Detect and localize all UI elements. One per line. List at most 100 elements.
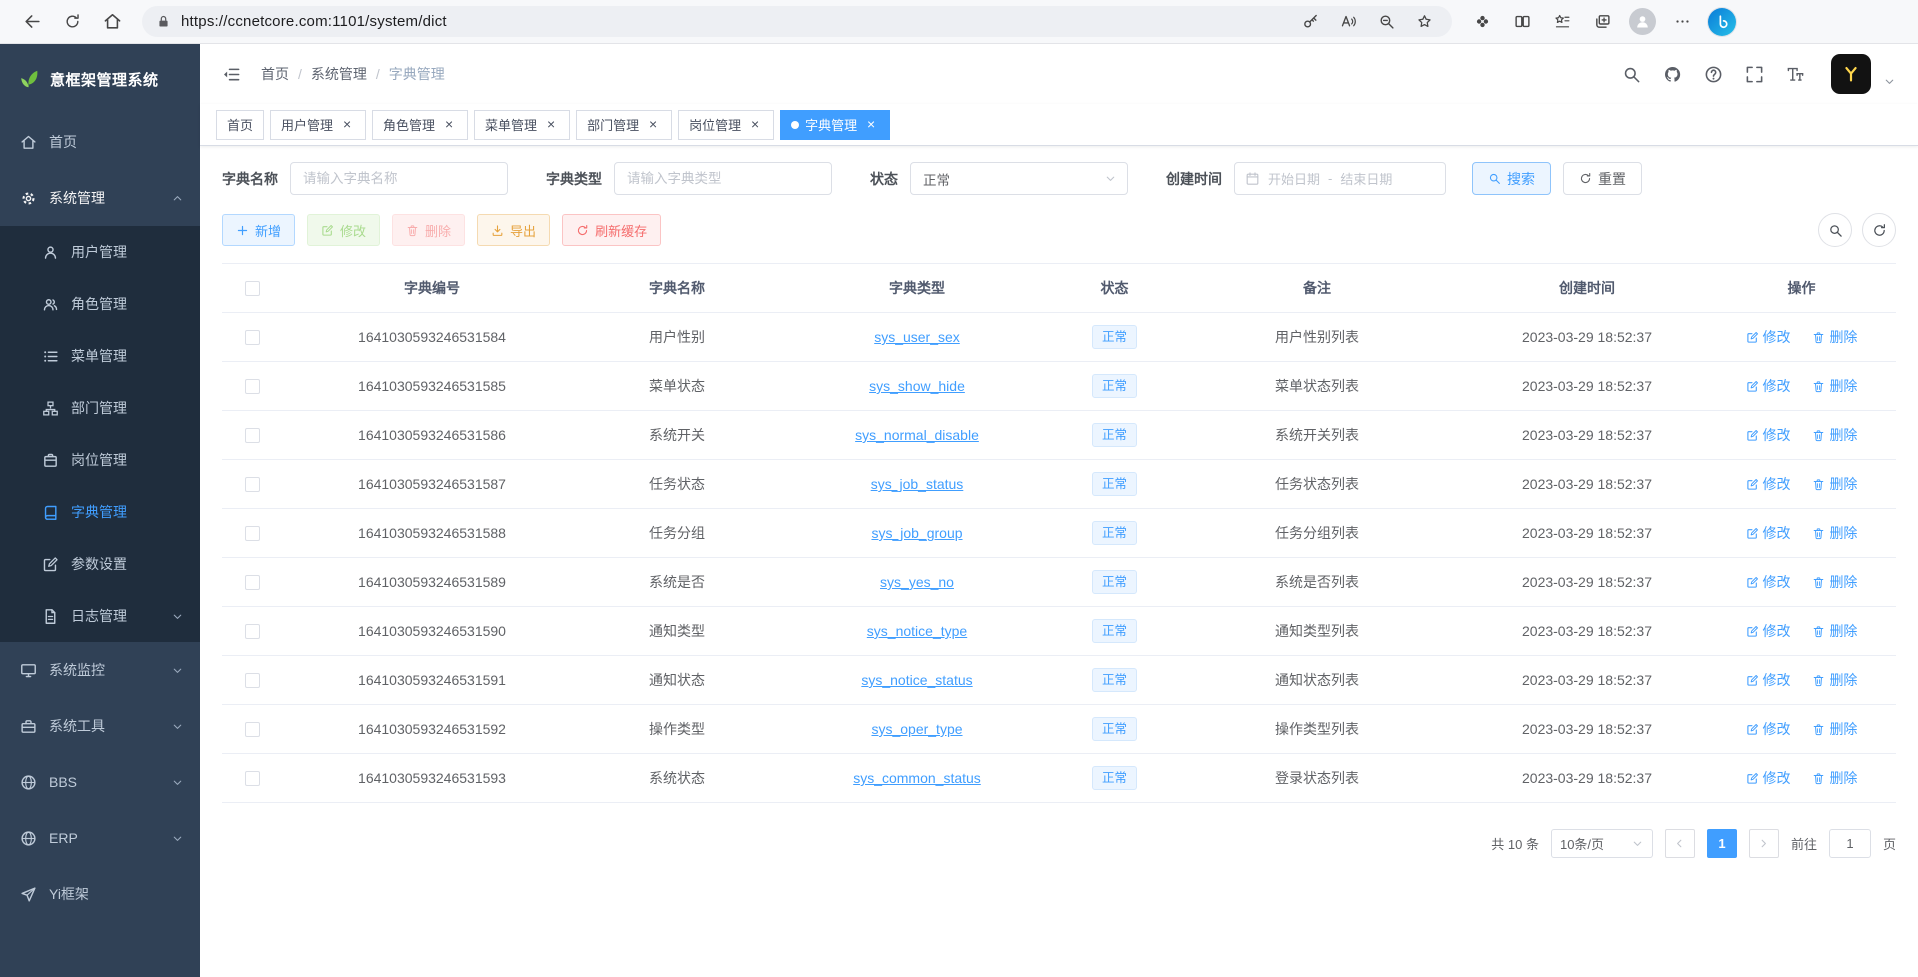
user-avatar[interactable] bbox=[1831, 54, 1871, 94]
dict-type-input[interactable] bbox=[614, 162, 832, 195]
dict-type-link[interactable]: sys_show_hide bbox=[869, 378, 965, 394]
breadcrumb-home[interactable]: 首页 bbox=[261, 64, 289, 84]
split-screen-icon[interactable] bbox=[1504, 5, 1540, 39]
read-aloud-icon[interactable] bbox=[1334, 9, 1362, 35]
tab-dept-management[interactable]: 部门管理 × bbox=[576, 110, 672, 140]
sidebar-item-home[interactable]: 首页 bbox=[0, 114, 200, 170]
dict-type-link[interactable]: sys_yes_no bbox=[880, 574, 954, 590]
date-range-picker[interactable]: 开始日期 - 结束日期 bbox=[1234, 162, 1446, 195]
row-edit-button[interactable]: 修改 bbox=[1746, 474, 1791, 494]
sidebar-item-system-management[interactable]: 系统管理 bbox=[0, 170, 200, 226]
address-bar[interactable]: https://ccnetcore.com:1101/system/dict bbox=[142, 6, 1452, 37]
row-delete-button[interactable]: 删除 bbox=[1812, 474, 1857, 494]
page-size-select[interactable]: 10条/页 bbox=[1551, 829, 1653, 858]
row-delete-button[interactable]: 删除 bbox=[1812, 425, 1857, 445]
browser-menu-icon[interactable] bbox=[1664, 5, 1700, 39]
breadcrumb-system[interactable]: 系统管理 bbox=[311, 64, 367, 84]
row-edit-button[interactable]: 修改 bbox=[1746, 425, 1791, 445]
row-delete-button[interactable]: 删除 bbox=[1812, 572, 1857, 592]
row-edit-button[interactable]: 修改 bbox=[1746, 572, 1791, 592]
sidebar-item-dict-management[interactable]: 字典管理 bbox=[0, 486, 200, 538]
dict-type-link[interactable]: sys_user_sex bbox=[874, 329, 960, 345]
row-delete-button[interactable]: 删除 bbox=[1812, 670, 1857, 690]
header-search-icon[interactable] bbox=[1622, 65, 1641, 84]
close-icon[interactable]: × bbox=[543, 117, 559, 133]
sidebar-item-menu-management[interactable]: 菜单管理 bbox=[0, 330, 200, 382]
url-text[interactable]: https://ccnetcore.com:1101/system/dict bbox=[181, 13, 1286, 30]
close-icon[interactable]: × bbox=[645, 117, 661, 133]
sidebar-item-post-management[interactable]: 岗位管理 bbox=[0, 434, 200, 486]
fullscreen-icon[interactable] bbox=[1745, 65, 1764, 84]
row-checkbox[interactable] bbox=[245, 771, 260, 786]
tab-dict-management[interactable]: 字典管理 × bbox=[780, 110, 890, 140]
dict-name-input[interactable] bbox=[290, 162, 508, 195]
search-button[interactable]: 搜索 bbox=[1472, 162, 1551, 195]
sidebar-item-role-management[interactable]: 角色管理 bbox=[0, 278, 200, 330]
row-edit-button[interactable]: 修改 bbox=[1746, 327, 1791, 347]
next-page-button[interactable] bbox=[1749, 829, 1779, 858]
github-icon[interactable] bbox=[1663, 65, 1682, 84]
row-checkbox[interactable] bbox=[245, 428, 260, 443]
tab-post-management[interactable]: 岗位管理 × bbox=[678, 110, 774, 140]
close-icon[interactable]: × bbox=[339, 117, 355, 133]
row-checkbox[interactable] bbox=[245, 330, 260, 345]
refresh-cache-button[interactable]: 刷新缓存 bbox=[562, 214, 661, 246]
extensions-icon[interactable] bbox=[1464, 5, 1500, 39]
toggle-search-button[interactable] bbox=[1818, 213, 1852, 247]
font-size-icon[interactable] bbox=[1786, 65, 1805, 84]
browser-profile-avatar[interactable] bbox=[1624, 5, 1660, 39]
export-button[interactable]: 导出 bbox=[477, 214, 550, 246]
row-delete-button[interactable]: 删除 bbox=[1812, 768, 1857, 788]
browser-back-button[interactable] bbox=[14, 5, 50, 39]
dict-type-link[interactable]: sys_job_group bbox=[871, 525, 962, 541]
refresh-table-button[interactable] bbox=[1862, 213, 1896, 247]
row-delete-button[interactable]: 删除 bbox=[1812, 621, 1857, 641]
collections-icon[interactable] bbox=[1584, 5, 1620, 39]
row-delete-button[interactable]: 删除 bbox=[1812, 523, 1857, 543]
edit-button[interactable]: 修改 bbox=[307, 214, 380, 246]
reset-button[interactable]: 重置 bbox=[1563, 162, 1642, 195]
tab-role-management[interactable]: 角色管理 × bbox=[372, 110, 468, 140]
status-select[interactable]: 正常 bbox=[910, 162, 1128, 195]
favorites-icon[interactable] bbox=[1544, 5, 1580, 39]
row-edit-button[interactable]: 修改 bbox=[1746, 768, 1791, 788]
dict-type-link[interactable]: sys_notice_type bbox=[867, 623, 967, 639]
sidebar-toggle-button[interactable] bbox=[216, 59, 247, 90]
sidebar-item-yi-framework[interactable]: Yi框架 bbox=[0, 866, 200, 922]
add-button[interactable]: 新增 bbox=[222, 214, 295, 246]
tab-home[interactable]: 首页 bbox=[216, 110, 264, 140]
row-edit-button[interactable]: 修改 bbox=[1746, 719, 1791, 739]
sidebar-item-log-management[interactable]: 日志管理 bbox=[0, 590, 200, 642]
row-edit-button[interactable]: 修改 bbox=[1746, 523, 1791, 543]
browser-refresh-button[interactable] bbox=[54, 5, 90, 39]
sidebar-item-param-settings[interactable]: 参数设置 bbox=[0, 538, 200, 590]
row-checkbox[interactable] bbox=[245, 477, 260, 492]
goto-page-input[interactable] bbox=[1829, 829, 1871, 858]
password-key-icon[interactable] bbox=[1296, 9, 1324, 35]
row-checkbox[interactable] bbox=[245, 526, 260, 541]
dict-type-link[interactable]: sys_normal_disable bbox=[855, 427, 979, 443]
prev-page-button[interactable] bbox=[1665, 829, 1695, 858]
avatar-caret-down-icon[interactable] bbox=[1883, 75, 1896, 88]
row-checkbox[interactable] bbox=[245, 379, 260, 394]
sidebar-item-bbs[interactable]: BBS bbox=[0, 754, 200, 810]
sidebar-item-system-tools[interactable]: 系统工具 bbox=[0, 698, 200, 754]
row-edit-button[interactable]: 修改 bbox=[1746, 670, 1791, 690]
row-delete-button[interactable]: 删除 bbox=[1812, 719, 1857, 739]
browser-home-button[interactable] bbox=[94, 5, 130, 39]
dict-type-link[interactable]: sys_notice_status bbox=[861, 672, 972, 688]
sidebar-item-dept-management[interactable]: 部门管理 bbox=[0, 382, 200, 434]
dict-type-link[interactable]: sys_oper_type bbox=[871, 721, 962, 737]
close-icon[interactable]: × bbox=[441, 117, 457, 133]
help-icon[interactable] bbox=[1704, 65, 1723, 84]
delete-button[interactable]: 删除 bbox=[392, 214, 465, 246]
dict-type-link[interactable]: sys_job_status bbox=[871, 476, 964, 492]
row-edit-button[interactable]: 修改 bbox=[1746, 376, 1791, 396]
sidebar-item-erp[interactable]: ERP bbox=[0, 810, 200, 866]
row-delete-button[interactable]: 删除 bbox=[1812, 327, 1857, 347]
sidebar-item-user-management[interactable]: 用户管理 bbox=[0, 226, 200, 278]
close-icon[interactable]: × bbox=[863, 117, 879, 133]
row-edit-button[interactable]: 修改 bbox=[1746, 621, 1791, 641]
sidebar-item-system-monitor[interactable]: 系统监控 bbox=[0, 642, 200, 698]
current-page-button[interactable]: 1 bbox=[1707, 829, 1737, 858]
